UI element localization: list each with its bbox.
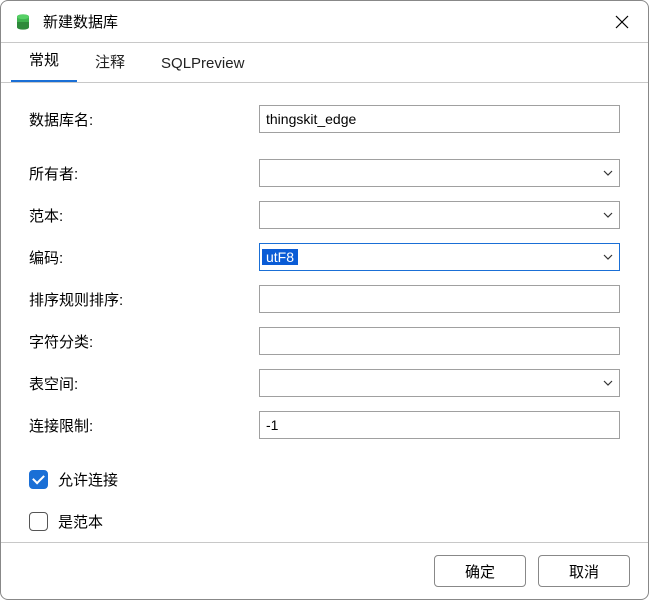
- tab-bar: 常规 注释 SQLPreview: [1, 43, 648, 83]
- cancel-button[interactable]: 取消: [538, 555, 630, 587]
- owner-combo[interactable]: [259, 159, 620, 187]
- ctype-input[interactable]: [259, 327, 620, 355]
- tablespace-label: 表空间:: [29, 373, 259, 394]
- owner-label: 所有者:: [29, 163, 259, 184]
- allow-conn-checkbox[interactable]: [29, 470, 48, 489]
- encoding-combo[interactable]: utF8: [259, 243, 620, 271]
- is-template-label[interactable]: 是范本: [58, 511, 103, 532]
- conn-limit-input[interactable]: [259, 411, 620, 439]
- dialog-footer: 确定 取消: [1, 542, 648, 599]
- template-label: 范本:: [29, 205, 259, 226]
- tab-general[interactable]: 常规: [11, 39, 77, 82]
- ok-button[interactable]: 确定: [434, 555, 526, 587]
- close-button[interactable]: [608, 8, 636, 36]
- window-title: 新建数据库: [43, 11, 608, 32]
- chevron-down-icon: [597, 377, 619, 389]
- template-combo[interactable]: [259, 201, 620, 229]
- titlebar: 新建数据库: [1, 1, 648, 43]
- db-name-label: 数据库名:: [29, 109, 259, 130]
- conn-limit-label: 连接限制:: [29, 415, 259, 436]
- tab-comment[interactable]: 注释: [77, 41, 143, 82]
- collation-input[interactable]: [259, 285, 620, 313]
- ctype-label: 字符分类:: [29, 331, 259, 352]
- chevron-down-icon: [597, 167, 619, 179]
- chevron-down-icon: [597, 209, 619, 221]
- chevron-down-icon: [597, 251, 619, 263]
- collation-label: 排序规则排序:: [29, 289, 259, 310]
- tab-sqlpreview[interactable]: SQLPreview: [143, 45, 262, 82]
- tablespace-combo[interactable]: [259, 369, 620, 397]
- is-template-checkbox[interactable]: [29, 512, 48, 531]
- allow-conn-label[interactable]: 允许连接: [58, 469, 118, 490]
- db-name-input[interactable]: [259, 105, 620, 133]
- database-icon: [13, 12, 33, 32]
- encoding-label: 编码:: [29, 247, 259, 268]
- create-database-dialog: 新建数据库 常规 注释 SQLPreview 数据库名: 所有者:: [0, 0, 649, 600]
- tab-content-general: 数据库名: 所有者: 范本: 编码: utF8: [1, 83, 648, 542]
- encoding-value: utF8: [262, 249, 298, 265]
